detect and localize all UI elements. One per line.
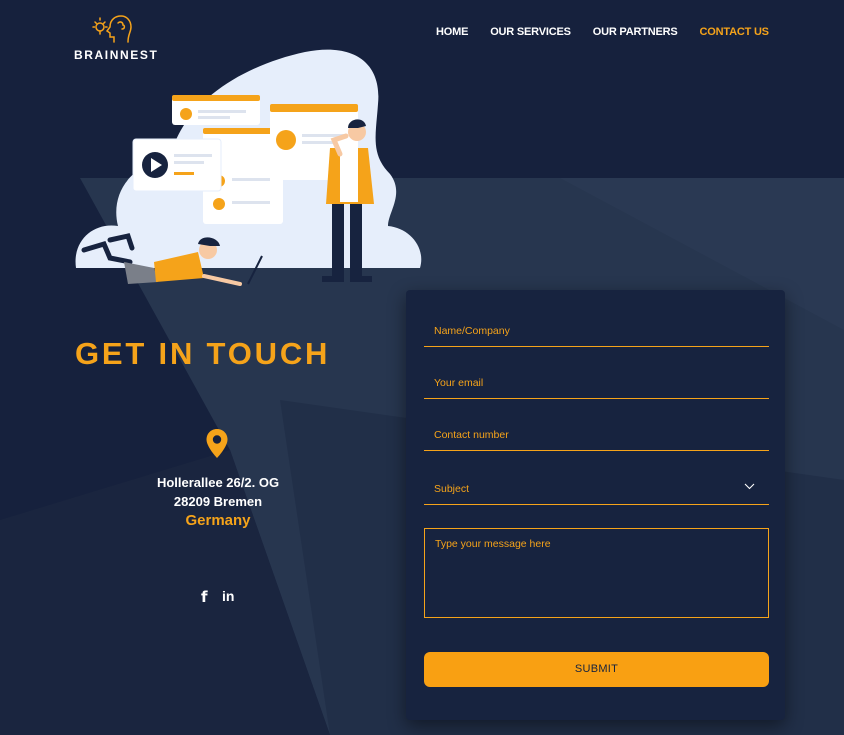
contact-form: Name/Company Your email Contact number S…	[406, 290, 785, 720]
contact-number-placeholder: Contact number	[434, 429, 509, 441]
chevron-down-icon	[744, 483, 755, 490]
submit-button[interactable]: SUBMIT	[424, 652, 769, 687]
video-window	[132, 138, 222, 192]
message-textarea[interactable]: Type your message here	[424, 528, 769, 618]
address-line-1: Hollerallee 26/2. OG	[156, 475, 280, 490]
message-placeholder: Type your message here	[435, 538, 551, 550]
name-company-placeholder: Name/Company	[434, 325, 510, 337]
main-nav: HOME OUR SERVICES OUR PARTNERS CONTACT U…	[436, 26, 791, 38]
email-placeholder: Your email	[434, 377, 484, 389]
map-pin-icon	[206, 429, 228, 458]
hero-illustration	[75, 49, 422, 286]
contact-number-field[interactable]: Contact number	[424, 417, 769, 451]
get-in-touch-heading: GET IN TOUCH	[75, 336, 331, 371]
nav-our-services[interactable]: OUR SERVICES	[490, 26, 571, 38]
subject-placeholder: Subject	[434, 483, 470, 495]
facebook-icon[interactable]: f	[201, 588, 208, 606]
address-line-2: 28209 Bremen	[173, 494, 263, 509]
brand-logo[interactable]: BRAINNEST	[74, 14, 159, 62]
nav-our-partners[interactable]: OUR PARTNERS	[593, 26, 678, 38]
subject-select[interactable]: Subject	[424, 471, 769, 505]
nav-contact-us[interactable]: CONTACT US	[700, 26, 769, 38]
brain-head-icon	[92, 15, 132, 43]
email-field[interactable]: Your email	[424, 365, 769, 399]
browser-window-top	[172, 95, 260, 125]
address-country: Germany	[185, 512, 251, 529]
brand-name: BRAINNEST	[74, 48, 159, 62]
name-company-field[interactable]: Name/Company	[424, 313, 769, 347]
linkedin-icon[interactable]: in	[222, 588, 234, 604]
nav-home[interactable]: HOME	[436, 26, 468, 38]
